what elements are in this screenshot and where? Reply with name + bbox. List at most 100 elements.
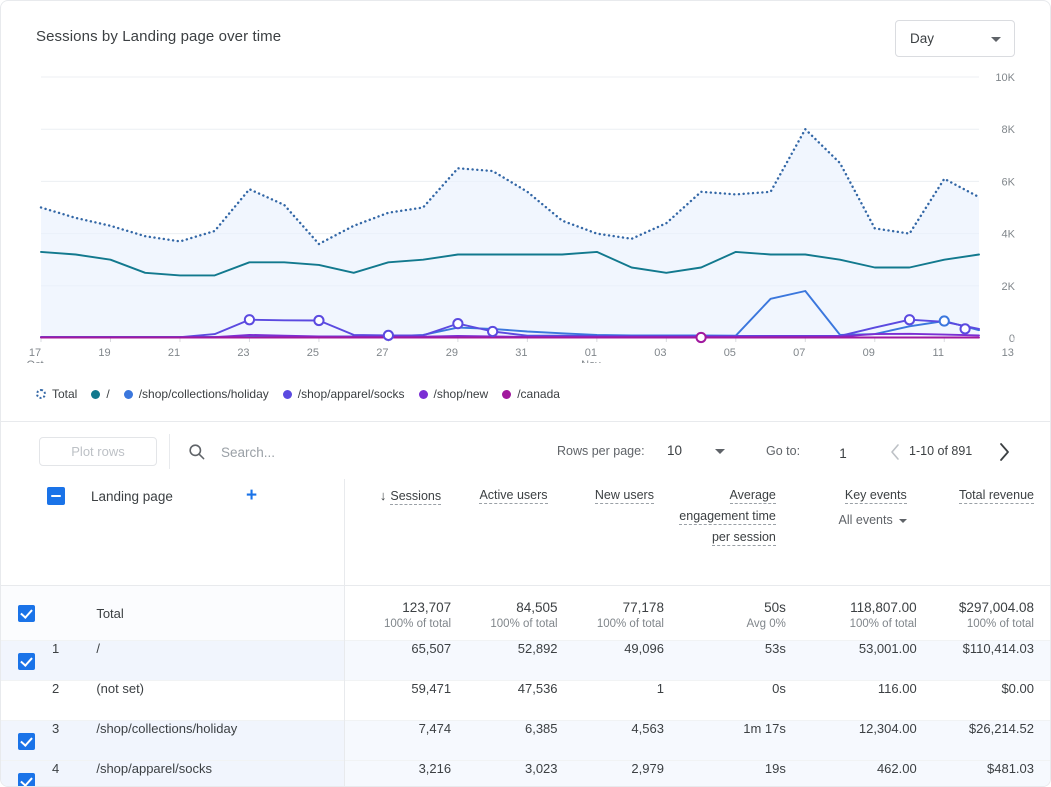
chart-data-point[interactable] xyxy=(961,324,970,333)
dimension-header-cell: Landing page + xyxy=(1,479,345,586)
go-to-input[interactable] xyxy=(821,442,865,464)
legend-item[interactable]: /shop/apparel/socks xyxy=(283,387,405,401)
x-axis-month-label: Oct xyxy=(26,359,43,363)
cell-active-users: 47,536 xyxy=(451,681,557,721)
table-total-row: Total123,707100% of total84,505100% of t… xyxy=(1,586,1051,641)
chart-data-point[interactable] xyxy=(314,316,323,325)
cell-key-events: 116.00 xyxy=(786,681,917,721)
dot-icon xyxy=(283,390,292,399)
row-dimension-label[interactable]: (not set) xyxy=(96,681,344,721)
checkbox-checked[interactable] xyxy=(18,733,35,750)
cell-avg-engagement: 19s xyxy=(664,761,786,787)
table-row[interactable]: 2(not set)59,47147,53610s116.00$0.00 xyxy=(1,681,1051,721)
legend-item[interactable]: Total xyxy=(36,387,77,401)
row-dimension-label[interactable]: /shop/collections/holiday xyxy=(96,721,344,761)
legend-label: /shop/collections/holiday xyxy=(139,387,269,401)
legend-item[interactable]: /canada xyxy=(502,387,560,401)
key-events-header-cell[interactable]: Key events All events xyxy=(786,479,917,586)
chevron-down-icon xyxy=(991,37,1001,42)
row-index xyxy=(52,586,96,641)
cell-avg-engagement: 0s xyxy=(664,681,786,721)
cell-total-revenue: $110,414.03 xyxy=(917,641,1051,681)
new-users-header-cell[interactable]: New users xyxy=(558,479,664,586)
active-users-header-label: Active users xyxy=(479,488,547,504)
row-index: 2 xyxy=(52,681,96,721)
sessions-by-landing-page-card: Sessions by Landing page over time Day 0… xyxy=(0,0,1051,787)
cell-sessions: 65,507 xyxy=(345,641,451,681)
table-row[interactable]: 3/shop/collections/holiday7,4746,3854,56… xyxy=(1,721,1051,761)
row-dimension-label[interactable]: /shop/apparel/socks xyxy=(96,761,344,787)
legend-item[interactable]: / xyxy=(91,387,109,401)
chart-data-point[interactable] xyxy=(905,315,914,324)
chart-data-point[interactable] xyxy=(384,331,393,340)
table-toolbar: Plot rows Rows per page: 10 Go to: 1-10 … xyxy=(1,421,1051,479)
rows-per-page-label: Rows per page: xyxy=(557,444,645,458)
cell-avg-engagement: 50sAvg 0% xyxy=(664,586,786,641)
cell-new-users: 77,178100% of total xyxy=(558,586,664,641)
row-checkbox-cell[interactable] xyxy=(1,586,52,641)
cell-subtext: 100% of total xyxy=(558,618,664,630)
active-users-header-cell[interactable]: Active users xyxy=(451,479,557,586)
plus-icon[interactable]: + xyxy=(246,486,257,505)
key-events-header-label: Key events xyxy=(845,488,907,504)
rows-per-page-value[interactable]: 10 xyxy=(667,443,682,458)
cell-key-events: 462.00 xyxy=(786,761,917,787)
legend-item[interactable]: /shop/collections/holiday xyxy=(124,387,269,401)
granularity-select[interactable]: Day xyxy=(895,20,1015,57)
chart-header: Sessions by Landing page over time Day xyxy=(1,1,1051,71)
time-series-chart[interactable]: 02K4K6K8K10K17Oct1921232527293101Nov0305… xyxy=(1,63,1051,363)
row-checkbox-cell[interactable] xyxy=(1,761,52,787)
x-axis-tick-label: 07 xyxy=(793,347,805,359)
all-events-dropdown[interactable]: All events xyxy=(786,510,907,531)
chevron-down-icon[interactable] xyxy=(715,449,725,454)
checkbox-checked[interactable] xyxy=(18,653,35,670)
sessions-header-label: Sessions xyxy=(390,489,441,505)
legend-label: / xyxy=(106,387,109,401)
row-checkbox-cell[interactable] xyxy=(1,641,52,681)
cell-active-users: 84,505100% of total xyxy=(451,586,557,641)
table-row[interactable]: 4/shop/apparel/socks3,2163,0232,97919s46… xyxy=(1,761,1051,787)
x-axis-tick-label: 01 xyxy=(585,347,597,359)
chevron-left-icon[interactable] xyxy=(886,441,904,468)
search-input[interactable] xyxy=(219,441,519,463)
chart-svg: 02K4K6K8K10K17Oct1921232527293101Nov0305… xyxy=(1,63,1051,363)
total-revenue-header-cell[interactable]: Total revenue xyxy=(917,479,1051,586)
x-axis-tick-label: 27 xyxy=(376,347,388,359)
row-checkbox-cell[interactable] xyxy=(1,721,52,761)
plot-rows-button[interactable]: Plot rows xyxy=(39,437,157,466)
x-axis-tick-label: 17 xyxy=(29,347,41,359)
sessions-header-cell[interactable]: ↓Sessions xyxy=(345,479,451,586)
row-dimension-label: Total xyxy=(96,586,344,641)
cell-sessions: 123,707100% of total xyxy=(345,586,451,641)
table-row[interactable]: 1/65,50752,89249,09653s53,001.00$110,414… xyxy=(1,641,1051,681)
cell-active-users: 52,892 xyxy=(451,641,557,681)
avg-engagement-header-cell[interactable]: Average engagement time per session xyxy=(664,479,786,586)
x-axis-tick-label: 25 xyxy=(307,347,319,359)
row-dimension-label[interactable]: / xyxy=(96,641,344,681)
table-header-row: Landing page + ↓Sessions xyxy=(1,479,1051,586)
legend-item[interactable]: /shop/new xyxy=(419,387,489,401)
cell-sessions: 7,474 xyxy=(345,721,451,761)
legend-label: Total xyxy=(52,387,77,401)
dimension-header-label: Landing page xyxy=(91,489,173,504)
chart-data-point[interactable] xyxy=(696,333,705,342)
minus-icon[interactable] xyxy=(47,487,65,505)
checkbox-checked[interactable] xyxy=(18,605,35,622)
y-axis-tick-label: 8K xyxy=(1002,124,1016,136)
cell-avg-engagement: 1m 17s xyxy=(664,721,786,761)
x-axis-tick-label: 11 xyxy=(933,347,944,359)
chevron-right-icon[interactable] xyxy=(994,440,1014,469)
checkbox-checked[interactable] xyxy=(18,773,35,787)
chart-data-point[interactable] xyxy=(940,316,949,325)
x-axis-tick-label: 29 xyxy=(446,347,458,359)
go-to-label: Go to: xyxy=(766,444,800,458)
x-axis-tick-label: 03 xyxy=(654,347,666,359)
chart-data-point[interactable] xyxy=(453,319,462,328)
row-checkbox-cell[interactable] xyxy=(1,681,52,721)
cell-avg-engagement: 53s xyxy=(664,641,786,681)
row-index: 1 xyxy=(52,641,96,681)
chevron-down-icon xyxy=(899,519,907,523)
chart-data-point[interactable] xyxy=(488,327,497,336)
chart-data-point[interactable] xyxy=(245,315,254,324)
granularity-value: Day xyxy=(910,31,934,46)
